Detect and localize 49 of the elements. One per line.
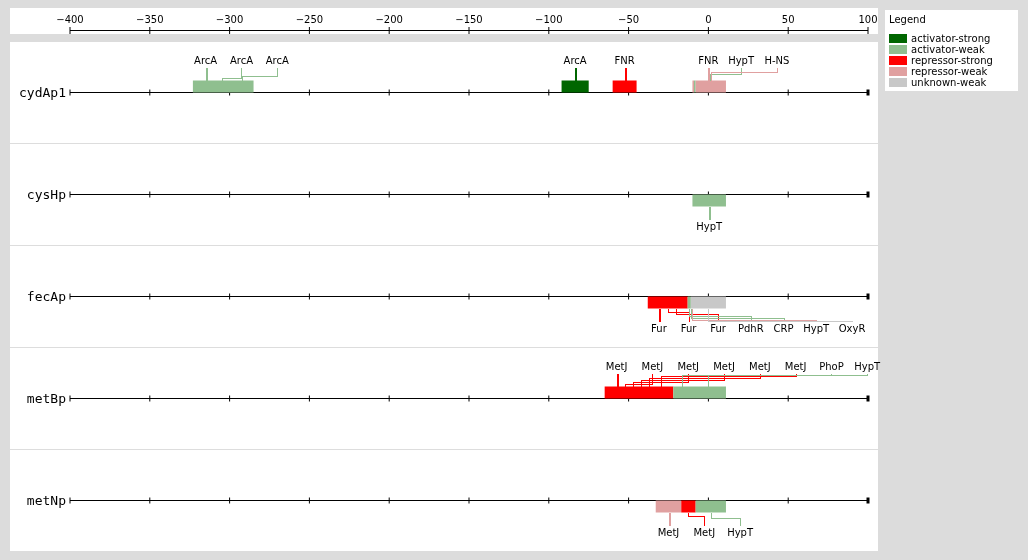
site-label: H-NS — [764, 54, 790, 66]
promoter-label: metNp — [25, 493, 67, 508]
site-label: MetJ — [657, 526, 680, 538]
site-label: FNR — [698, 54, 719, 66]
site-label: ArcA — [229, 54, 253, 66]
site-label: MetJ — [713, 360, 735, 372]
tick-label: −400 — [56, 14, 84, 25]
site-label: HypT — [696, 220, 723, 232]
site-label: FNR — [614, 54, 635, 66]
site-label: CRP — [773, 322, 794, 334]
site-label: HypT — [727, 526, 754, 538]
tick-label: 0 — [705, 14, 712, 25]
tick-label: 100 — [858, 14, 878, 25]
tick-label: 50 — [781, 14, 795, 25]
site-label: OxyR — [838, 322, 866, 334]
promoter-label: fecAp — [25, 289, 67, 304]
tick-label: −150 — [455, 14, 483, 25]
site-label: PhoP — [819, 360, 844, 372]
legend-label: repressor-strong — [911, 55, 993, 66]
site-label: MetJ — [605, 360, 628, 372]
site-label: MetJ — [784, 360, 807, 372]
tick-label: −250 — [295, 14, 324, 25]
tick-label: −100 — [535, 14, 563, 25]
legend-label: activator-strong — [911, 33, 991, 44]
site-label: MetJ — [641, 360, 664, 372]
site-label: ArcA — [265, 54, 289, 66]
tick-label: −350 — [136, 14, 164, 25]
site-label: Fur — [710, 322, 726, 334]
legend-label: unknown-weak — [911, 77, 987, 88]
site-label: PdhR — [738, 322, 764, 334]
tick-label: −300 — [215, 14, 244, 25]
site-label: MetJ — [677, 360, 700, 372]
site-label: HypT — [728, 54, 755, 66]
site-label: MetJ — [693, 526, 716, 538]
site-label: Fur — [680, 322, 697, 334]
legend-label: activator-weak — [911, 44, 985, 55]
site-label: ArcA — [563, 54, 587, 66]
promoter-label: metBp — [25, 391, 67, 406]
site-label: HypT — [854, 360, 881, 372]
legend-title: Legend — [889, 14, 927, 25]
tick-label: −50 — [618, 14, 640, 25]
tick-label: −200 — [375, 14, 403, 25]
legend-label: repressor-weak — [911, 66, 988, 77]
site-label: MetJ — [749, 360, 771, 372]
promoter-label: cysHp — [25, 187, 67, 202]
promoter-label: cydAp1 — [18, 85, 67, 100]
site-label: ArcA — [194, 54, 218, 66]
site-label: HypT — [803, 322, 830, 334]
site-label: Fur — [651, 322, 667, 334]
